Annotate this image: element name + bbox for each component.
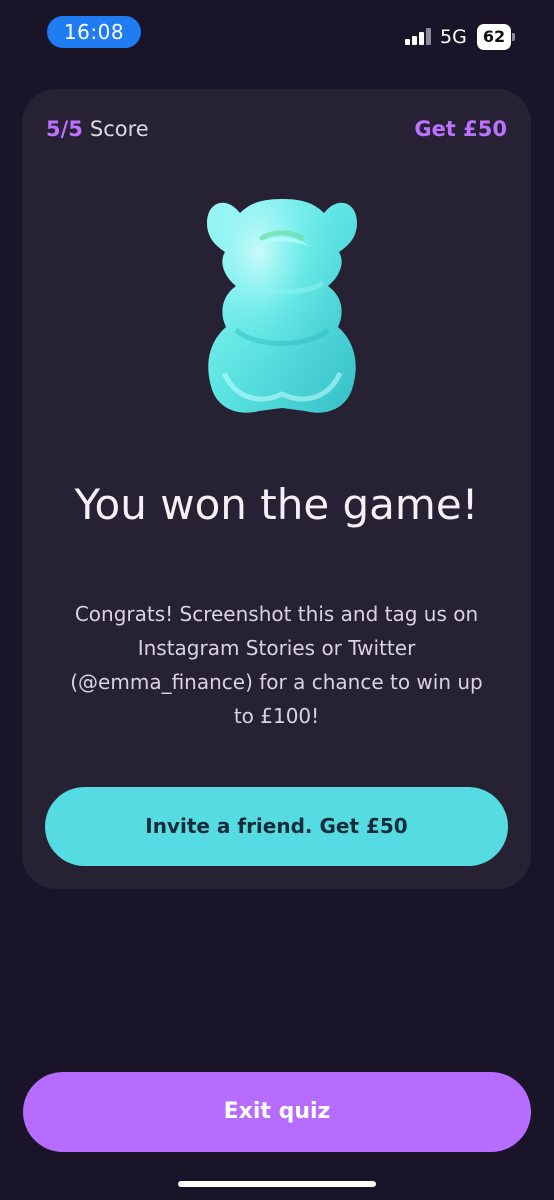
home-indicator[interactable] [178, 1181, 376, 1187]
battery-icon: 62 [477, 24, 515, 50]
result-message: Congrats! Screenshot this and tag us on … [70, 602, 483, 728]
score-label: Score [89, 117, 149, 141]
status-bar: 16:08 5G 62 [0, 0, 554, 66]
referral-reward-link[interactable]: Get £50 [414, 115, 507, 143]
result-title: You won the game! [74, 480, 479, 530]
gummy-bear-icon [207, 199, 357, 413]
score-value: 5/5 [46, 117, 83, 141]
battery-tip [512, 33, 515, 41]
invite-friend-button[interactable]: Invite a friend. Get £50 [45, 787, 508, 866]
exit-quiz-button[interactable]: Exit quiz [23, 1072, 531, 1152]
status-time[interactable]: 16:08 [47, 16, 141, 48]
quiz-result-card: 5/5 Score Get £50 You won the game! Congr… [22, 89, 531, 889]
cellular-signal-icon [405, 28, 431, 45]
battery-level: 62 [477, 24, 511, 50]
network-type: 5G [440, 26, 467, 48]
score-display: 5/5 Score [46, 115, 149, 143]
